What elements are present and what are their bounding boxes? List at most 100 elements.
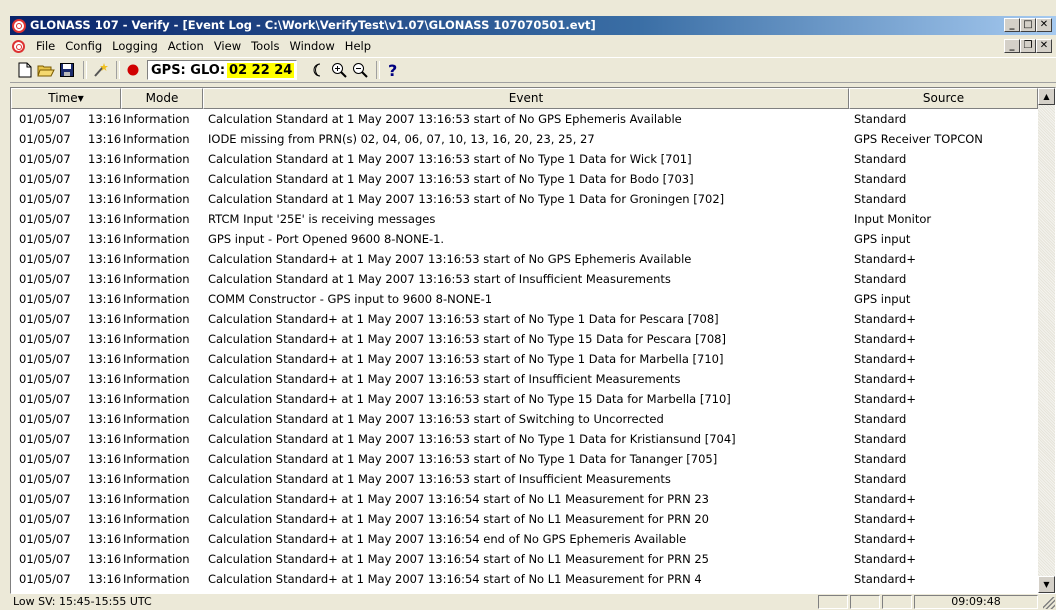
cell-source: GPS input [854, 292, 911, 306]
cell-time: 13:16 [88, 152, 122, 166]
menu-logging[interactable]: Logging [107, 39, 163, 53]
table-row[interactable]: 01/05/07 13:16 Information Calculation Stan… [11, 429, 1038, 449]
table-row[interactable]: 01/05/07 13:16 Information COMM Constructor… [11, 289, 1038, 309]
column-header-time[interactable]: Time▼ [11, 88, 121, 109]
cell-source: Standard [854, 172, 907, 186]
table-row[interactable]: 01/05/07 13:16 Information Calculation Stan… [11, 189, 1038, 209]
table-row[interactable]: 01/05/07 13:16 Information Calculation Stan… [11, 449, 1038, 469]
table-row[interactable]: 01/05/07 13:16 Information Calculation Stan… [11, 109, 1038, 129]
menu-help[interactable]: Help [340, 39, 376, 53]
cell-mode: Information [123, 372, 190, 386]
close-button[interactable]: ✕ [1036, 18, 1052, 32]
child-window-icon[interactable] [12, 39, 25, 53]
table-row[interactable]: 01/05/07 13:16 Information Calculation Stan… [11, 249, 1038, 269]
cell-source: Standard [854, 112, 907, 126]
cell-mode: Information [123, 532, 190, 546]
toolbar: GPS: GLO: 02 22 24 ? [10, 57, 1056, 83]
menu-file[interactable]: File [31, 39, 60, 53]
column-header-event-label: Event [508, 91, 544, 105]
table-row[interactable]: 01/05/07 13:16 Information GPS input - Port… [11, 229, 1038, 249]
cell-source: Standard+ [854, 492, 916, 506]
wand-icon[interactable] [91, 61, 109, 79]
table-row[interactable]: 01/05/07 13:16 Information Calculation Stan… [11, 469, 1038, 489]
scroll-down-button[interactable]: ▼ [1038, 576, 1055, 593]
cell-source: Standard+ [854, 312, 916, 326]
cell-date: 01/05/07 [19, 312, 71, 326]
table-row[interactable]: 01/05/07 13:16 Information Calculation Stan… [11, 389, 1038, 409]
table-row[interactable]: 01/05/07 13:16 Information Calculation Stan… [11, 569, 1038, 589]
column-header-source[interactable]: Source [849, 88, 1038, 109]
column-header-event[interactable]: Event [203, 88, 849, 109]
table-row[interactable]: 01/05/07 13:16 Information Calculation Stan… [11, 329, 1038, 349]
table-row[interactable]: 01/05/07 13:16 Information RTCM Input '25E'… [11, 209, 1038, 229]
table-row[interactable]: 01/05/07 13:16 Information Calculation Stan… [11, 149, 1038, 169]
menu-action[interactable]: Action [163, 39, 209, 53]
cell-time: 13:16 [88, 452, 122, 466]
minimize-button[interactable]: _ [1004, 18, 1020, 32]
table-row[interactable]: 01/05/07 13:16 Information Calculation Stan… [11, 169, 1038, 189]
cell-event: Calculation Standard+ at 1 May 2007 13:1… [208, 252, 692, 266]
help-icon[interactable]: ? [384, 61, 402, 79]
table-row[interactable]: 01/05/07 13:16 Information Calculation Stan… [11, 489, 1038, 509]
cell-event: Calculation Standard at 1 May 2007 13:16… [208, 412, 664, 426]
cell-source: Input Monitor [854, 212, 932, 226]
table-row[interactable]: 01/05/07 13:16 Information Calculation Stan… [11, 269, 1038, 289]
cell-source: Standard+ [854, 572, 916, 586]
moon-icon[interactable] [309, 61, 327, 79]
menu-config[interactable]: Config [60, 39, 107, 53]
column-header-mode[interactable]: Mode [121, 88, 203, 109]
child-close-button[interactable]: ✕ [1036, 39, 1052, 53]
cell-date: 01/05/07 [19, 572, 71, 586]
cell-time: 13:16 [88, 492, 122, 506]
menu-window[interactable]: Window [284, 39, 339, 53]
cell-source: Standard+ [854, 552, 916, 566]
cell-source: Standard+ [854, 372, 916, 386]
zoom-out-icon[interactable] [351, 61, 369, 79]
resize-grip[interactable] [1043, 597, 1055, 609]
cell-time: 13:16 [88, 332, 122, 346]
cell-time: 13:16 [88, 572, 122, 586]
maximize-button[interactable]: □ [1020, 18, 1036, 32]
cell-date: 01/05/07 [19, 132, 71, 146]
table-row[interactable]: 01/05/07 13:16 Information Calculation Stan… [11, 369, 1038, 389]
child-restore-button[interactable]: ❐ [1020, 39, 1036, 53]
table-row[interactable]: 01/05/07 13:16 Information Calculation Stan… [11, 409, 1038, 429]
cell-time: 13:16 [88, 352, 122, 366]
child-minimize-button[interactable]: _ [1004, 39, 1020, 53]
menu-tools[interactable]: Tools [246, 39, 284, 53]
table-row[interactable]: 01/05/07 13:16 Information Calculation Stan… [11, 509, 1038, 529]
app-icon[interactable] [12, 18, 26, 33]
table-row[interactable]: 01/05/07 13:16 Information Calculation Stan… [11, 309, 1038, 329]
cell-event: Calculation Standard+ at 1 May 2007 13:1… [208, 552, 710, 566]
cell-date: 01/05/07 [19, 152, 71, 166]
table-row[interactable]: 01/05/07 13:16 Information IODE missing fro… [11, 129, 1038, 149]
cell-date: 01/05/07 [19, 232, 71, 246]
zoom-in-icon[interactable] [330, 61, 348, 79]
cell-mode: Information [123, 392, 190, 406]
save-icon[interactable] [58, 61, 76, 79]
status-clock: 09:09:48 [914, 595, 1038, 609]
cell-date: 01/05/07 [19, 532, 71, 546]
toolbar-separator [376, 61, 380, 79]
cell-event: Calculation Standard+ at 1 May 2007 13:1… [208, 312, 719, 326]
table-row[interactable]: 01/05/07 13:16 Information Calculation Stan… [11, 349, 1038, 369]
cell-date: 01/05/07 [19, 332, 71, 346]
vertical-scrollbar[interactable]: ▲ ▼ [1038, 88, 1055, 593]
menu-view[interactable]: View [209, 39, 246, 53]
table-row[interactable]: 01/05/07 13:16 Information Calculation Stan… [11, 529, 1038, 549]
title-bar[interactable]: GLONASS 107 - Verify - [Event Log - C:\W… [10, 16, 1056, 35]
cell-time: 13:16 [88, 112, 122, 126]
open-folder-icon[interactable] [37, 61, 55, 79]
scroll-up-button[interactable]: ▲ [1038, 88, 1055, 105]
cell-time: 13:16 [88, 412, 122, 426]
new-file-icon[interactable] [16, 61, 34, 79]
cell-mode: Information [123, 492, 190, 506]
cell-mode: Information [123, 172, 190, 186]
cell-time: 13:16 [88, 272, 122, 286]
record-icon[interactable] [124, 61, 142, 79]
cell-mode: Information [123, 332, 190, 346]
cell-mode: Information [123, 432, 190, 446]
cell-source: Standard+ [854, 352, 916, 366]
cell-date: 01/05/07 [19, 372, 71, 386]
table-row[interactable]: 01/05/07 13:16 Information Calculation Stan… [11, 549, 1038, 569]
